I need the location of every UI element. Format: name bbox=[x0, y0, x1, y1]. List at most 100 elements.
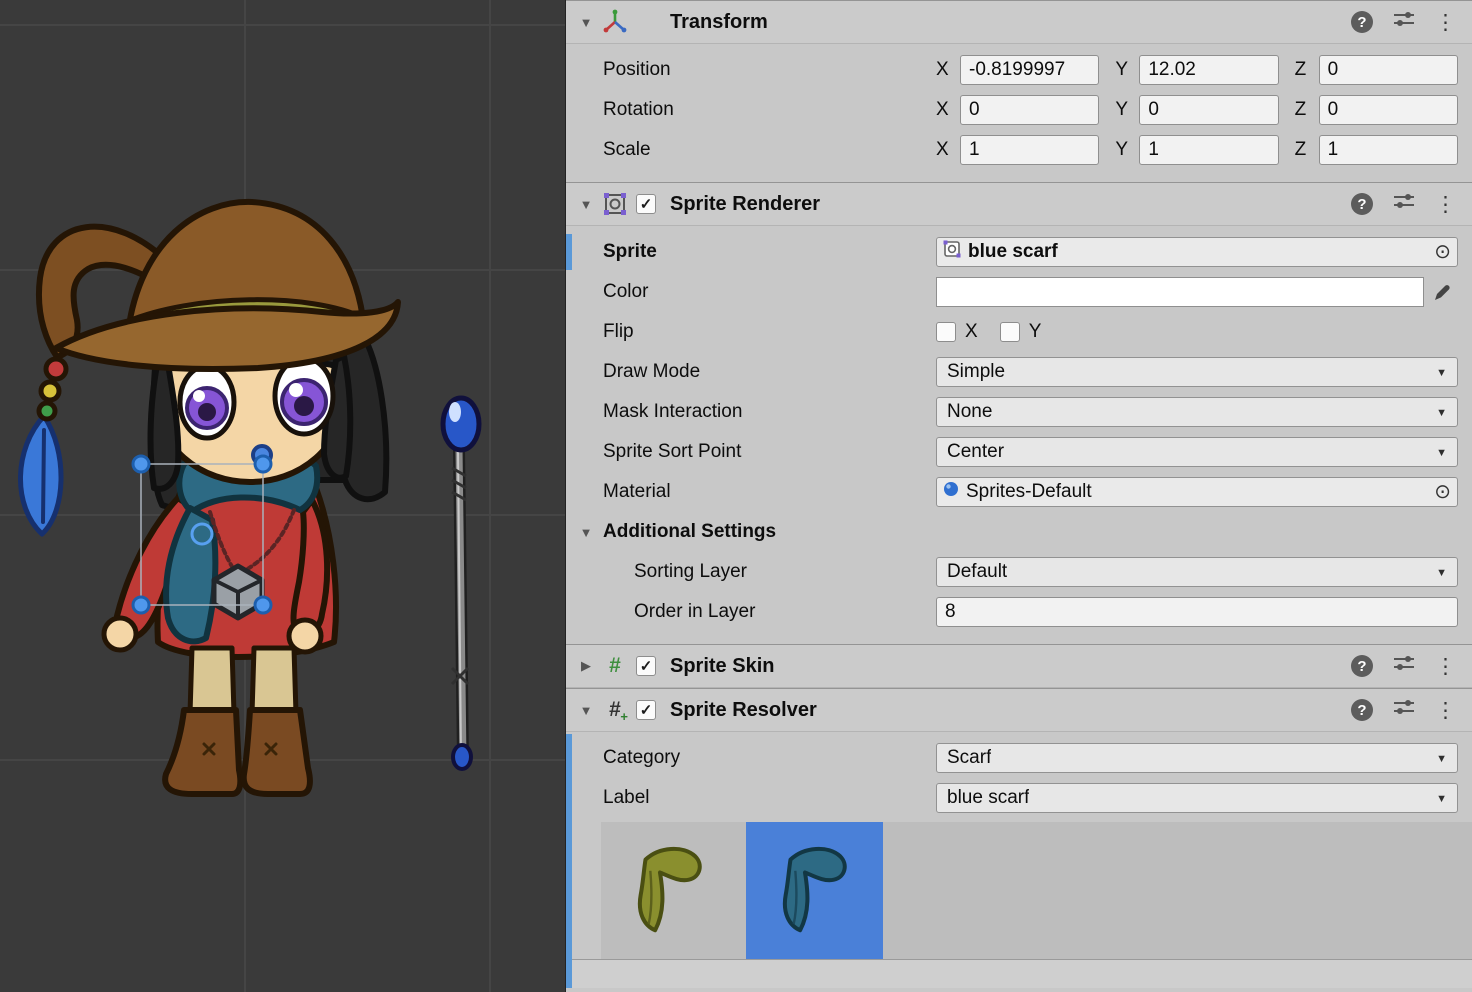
thumbnail-blue-scarf[interactable] bbox=[746, 822, 883, 959]
sprite-skin-component: Sprite Skin bbox=[566, 644, 1472, 688]
help-icon[interactable] bbox=[1351, 193, 1373, 215]
flip-y-checkbox[interactable] bbox=[1000, 322, 1020, 342]
corner-handle[interactable] bbox=[133, 456, 149, 472]
sorting-layer-label: Sorting Layer bbox=[634, 561, 936, 583]
flip-x-checkbox[interactable] bbox=[936, 322, 956, 342]
foldout-closed-icon[interactable] bbox=[578, 658, 594, 674]
sorting-layer-dropdown[interactable]: Default bbox=[936, 557, 1458, 587]
foldout-open-icon[interactable] bbox=[578, 525, 594, 540]
sprite-sort-point-label: Sprite Sort Point bbox=[603, 441, 936, 463]
foldout-open-icon[interactable] bbox=[578, 15, 594, 30]
scale-label: Scale bbox=[603, 139, 936, 161]
sprite-row: Sprite blue scarf bbox=[566, 232, 1472, 272]
object-picker-icon[interactable] bbox=[1428, 482, 1451, 502]
sprite-sort-point-value: Center bbox=[947, 441, 1004, 463]
rotation-x-field[interactable] bbox=[960, 95, 1099, 125]
sprite-renderer-header[interactable]: Sprite Renderer bbox=[566, 182, 1472, 226]
enable-checkbox[interactable] bbox=[636, 656, 656, 676]
kebab-menu-icon[interactable] bbox=[1435, 194, 1456, 215]
object-picker-icon[interactable] bbox=[1428, 242, 1451, 262]
presets-icon[interactable] bbox=[1393, 193, 1415, 215]
enable-checkbox[interactable] bbox=[636, 194, 656, 214]
green-scarf-icon bbox=[615, 833, 725, 948]
position-row: Position X Y Z bbox=[566, 50, 1472, 90]
additional-settings-foldout[interactable]: Additional Settings bbox=[566, 512, 1472, 552]
corner-handle[interactable] bbox=[255, 456, 271, 472]
sprite-resolver-header[interactable]: Sprite Resolver bbox=[566, 688, 1472, 732]
sprite-skin-icon bbox=[602, 653, 628, 679]
scene-canvas[interactable] bbox=[0, 0, 565, 992]
chevron-down-icon bbox=[1436, 567, 1447, 579]
presets-icon[interactable] bbox=[1393, 655, 1415, 677]
scale-x-field[interactable] bbox=[960, 135, 1099, 165]
color-label: Color bbox=[603, 281, 936, 303]
position-y-field[interactable] bbox=[1139, 55, 1278, 85]
sprite-sort-point-dropdown[interactable]: Center bbox=[936, 437, 1458, 467]
rotation-z-field[interactable] bbox=[1319, 95, 1458, 125]
sprite-resolver-component: Sprite Resolver Category bbox=[566, 688, 1472, 988]
mask-interaction-dropdown[interactable]: None bbox=[936, 397, 1458, 427]
axis-x-label: X bbox=[936, 59, 952, 81]
order-in-layer-label: Order in Layer bbox=[634, 601, 936, 623]
kebab-menu-icon[interactable] bbox=[1435, 700, 1456, 721]
transform-header[interactable]: Transform bbox=[566, 0, 1472, 44]
sprite-renderer-component: Sprite Renderer Sprite bbox=[566, 182, 1472, 644]
sprite-field-value: blue scarf bbox=[968, 241, 1058, 263]
help-icon[interactable] bbox=[1351, 699, 1373, 721]
corner-handle[interactable] bbox=[133, 597, 149, 613]
corner-handle[interactable] bbox=[255, 597, 271, 613]
color-swatch[interactable] bbox=[936, 277, 1424, 307]
chevron-down-icon bbox=[1436, 793, 1447, 805]
help-icon[interactable] bbox=[1351, 11, 1373, 33]
help-icon[interactable] bbox=[1351, 655, 1373, 677]
category-dropdown[interactable]: Scarf bbox=[936, 743, 1458, 773]
material-label: Material bbox=[603, 481, 936, 503]
material-field-value: Sprites-Default bbox=[966, 481, 1092, 503]
axis-y-label: Y bbox=[1115, 99, 1131, 121]
thumbnail-green-scarf[interactable] bbox=[601, 822, 738, 959]
label-dropdown[interactable]: blue scarf bbox=[936, 783, 1458, 813]
axis-y-label: Y bbox=[1115, 59, 1131, 81]
category-label: Category bbox=[603, 747, 936, 769]
presets-icon[interactable] bbox=[1393, 699, 1415, 721]
position-x-field[interactable] bbox=[960, 55, 1099, 85]
inspector-panel: Transform Position bbox=[565, 0, 1472, 992]
position-z-field[interactable] bbox=[1319, 55, 1458, 85]
enable-checkbox[interactable] bbox=[636, 700, 656, 720]
draw-mode-label: Draw Mode bbox=[603, 361, 936, 383]
kebab-menu-icon[interactable] bbox=[1435, 656, 1456, 677]
sprite-skin-title: Sprite Skin bbox=[670, 655, 774, 678]
rotation-row: Rotation X Y Z bbox=[566, 90, 1472, 130]
foldout-open-icon[interactable] bbox=[578, 197, 594, 212]
color-row: Color bbox=[566, 272, 1472, 312]
scale-y-field[interactable] bbox=[1139, 135, 1278, 165]
axis-z-label: Z bbox=[1295, 99, 1311, 121]
draw-mode-row: Draw Mode Simple bbox=[566, 352, 1472, 392]
sprite-resolver-icon bbox=[602, 697, 628, 723]
scale-z-field[interactable] bbox=[1319, 135, 1458, 165]
presets-icon[interactable] bbox=[1393, 11, 1415, 33]
scene-view[interactable] bbox=[0, 0, 565, 992]
mask-interaction-label: Mask Interaction bbox=[603, 401, 936, 423]
rotation-y-field[interactable] bbox=[1139, 95, 1278, 125]
draw-mode-value: Simple bbox=[947, 361, 1005, 383]
order-in-layer-field[interactable] bbox=[936, 597, 1458, 627]
label-value: blue scarf bbox=[947, 787, 1029, 809]
mask-interaction-value: None bbox=[947, 401, 992, 423]
sprite-object-field[interactable]: blue scarf bbox=[936, 237, 1458, 267]
draw-mode-dropdown[interactable]: Simple bbox=[936, 357, 1458, 387]
sorting-layer-row: Sorting Layer Default bbox=[566, 552, 1472, 592]
kebab-menu-icon[interactable] bbox=[1435, 12, 1456, 33]
foldout-open-icon[interactable] bbox=[578, 703, 594, 718]
label-row: Label blue scarf bbox=[566, 778, 1472, 818]
sprite-label: Sprite bbox=[603, 241, 936, 263]
chevron-down-icon bbox=[1436, 753, 1447, 765]
eyedropper-icon[interactable] bbox=[1428, 277, 1458, 307]
material-object-field[interactable]: Sprites-Default bbox=[936, 477, 1458, 507]
sprite-skin-header[interactable]: Sprite Skin bbox=[566, 644, 1472, 688]
category-row: Category Scarf bbox=[566, 738, 1472, 778]
transform-component: Transform Position bbox=[566, 0, 1472, 182]
flip-x-label: X bbox=[965, 321, 978, 343]
flip-label: Flip bbox=[603, 321, 936, 343]
additional-settings-label: Additional Settings bbox=[603, 521, 776, 543]
